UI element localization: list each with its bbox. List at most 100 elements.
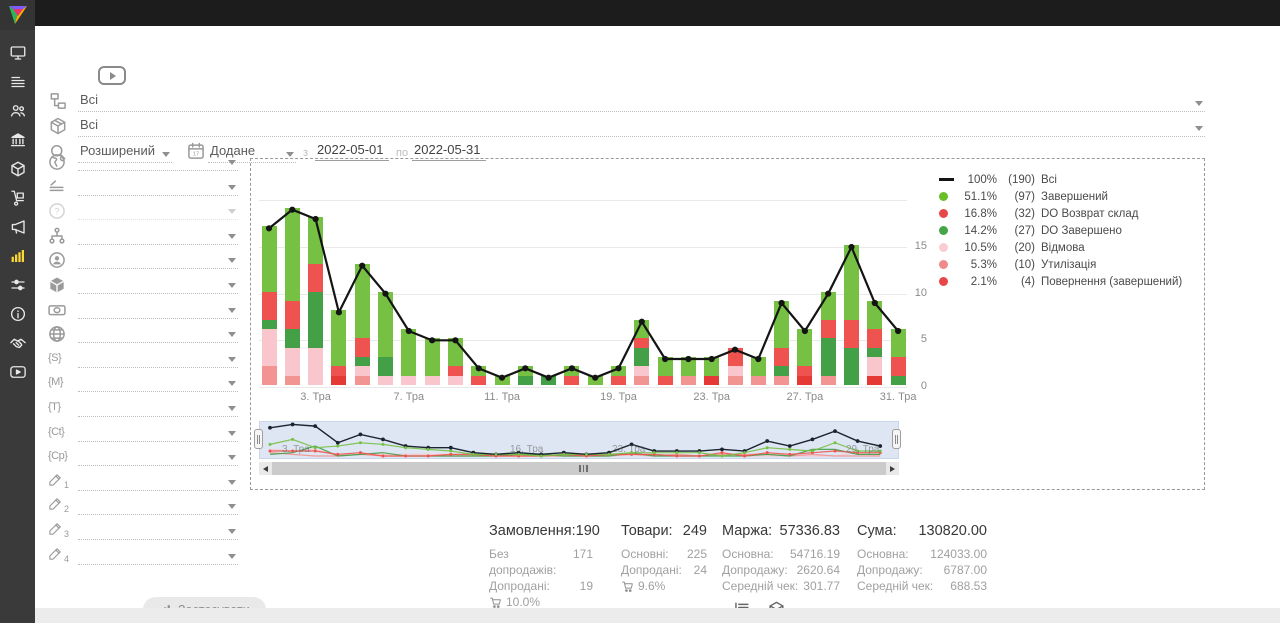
bar-segment[interactable] — [518, 376, 533, 385]
bar-segment[interactable] — [797, 329, 812, 366]
bar-segment[interactable] — [285, 348, 300, 376]
app-logo[interactable] — [0, 0, 35, 30]
bar-segment[interactable] — [821, 320, 836, 339]
filter-custom-3-select[interactable] — [78, 521, 238, 540]
bar-segment[interactable] — [774, 301, 789, 348]
bar-segment[interactable] — [704, 376, 719, 385]
bar-segment[interactable] — [634, 366, 649, 375]
bar-segment[interactable] — [448, 376, 463, 385]
bar-segment[interactable] — [611, 366, 626, 375]
bar-segment[interactable] — [821, 338, 836, 375]
legend-row[interactable]: 16.8%(32)DO Возврат склад — [939, 205, 1182, 222]
bar-segment[interactable] — [262, 226, 277, 291]
bar-segment[interactable] — [331, 376, 346, 385]
bar-segment[interactable] — [728, 376, 743, 385]
filter-warehouse-select[interactable] — [78, 275, 238, 294]
filter-help-select[interactable] — [78, 201, 238, 220]
bar-segment[interactable] — [262, 329, 277, 366]
bar-segment[interactable] — [564, 366, 579, 375]
bar-segment[interactable] — [867, 357, 882, 376]
filter-utm-term-select[interactable] — [78, 398, 238, 417]
bar-segment[interactable] — [448, 366, 463, 375]
filter-utm-medium-select[interactable] — [78, 373, 238, 392]
filter-level-select[interactable] — [78, 177, 238, 196]
bar-segment[interactable] — [262, 320, 277, 329]
bar-segment[interactable] — [355, 264, 370, 339]
bar-segment[interactable] — [634, 348, 649, 367]
bar-segment[interactable] — [891, 376, 906, 385]
filter-utm-content-select[interactable] — [78, 423, 238, 442]
sidebar-item-marketing[interactable] — [0, 212, 35, 241]
bar-segment[interactable] — [285, 376, 300, 385]
bar-segment[interactable] — [891, 329, 906, 357]
bar-segment[interactable] — [425, 376, 440, 385]
sidebar-item-supply[interactable] — [0, 183, 35, 212]
bar-segment[interactable] — [378, 292, 393, 357]
bar-segment[interactable] — [285, 208, 300, 301]
bar-segment[interactable] — [844, 348, 859, 385]
bar-segment[interactable] — [634, 320, 649, 339]
filter-custom-4-select[interactable] — [78, 546, 238, 565]
bar-segment[interactable] — [262, 292, 277, 320]
bar-segment[interactable] — [308, 264, 323, 292]
sidebar-item-store[interactable] — [0, 125, 35, 154]
bar-segment[interactable] — [611, 376, 626, 385]
bar-segment[interactable] — [751, 376, 766, 385]
legend-row[interactable]: 10.5%(20)Відмова — [939, 239, 1182, 256]
bar-segment[interactable] — [308, 292, 323, 348]
bar-segment[interactable] — [401, 329, 416, 376]
filter-structure-select[interactable] — [78, 226, 238, 245]
navigator-right-handle[interactable] — [892, 429, 901, 449]
filter-utm-campaign-select[interactable] — [78, 447, 238, 466]
bar-segment[interactable] — [262, 366, 277, 385]
bar-segment[interactable] — [285, 329, 300, 348]
scroll-right-arrow[interactable] — [886, 462, 899, 475]
chart-navigator[interactable]: 3. Тра16. Тра23. Тра29. Тра — [259, 421, 899, 459]
navigator-left-handle[interactable] — [254, 429, 263, 449]
bar-segment[interactable] — [891, 357, 906, 376]
bar-segment[interactable] — [867, 301, 882, 329]
bar-segment[interactable] — [774, 376, 789, 385]
bar-segment[interactable] — [728, 366, 743, 375]
bar-segment[interactable] — [658, 357, 673, 376]
bar-segment[interactable] — [634, 338, 649, 347]
navigator-scrollbar[interactable] — [259, 462, 899, 475]
filter-country-select[interactable] — [78, 152, 238, 171]
sidebar-item-video[interactable] — [0, 357, 35, 386]
legend-row[interactable]: 2.1%(4)Повернення (завершений) — [939, 273, 1182, 290]
bar-segment[interactable] — [495, 376, 510, 385]
bar-segment[interactable] — [564, 376, 579, 385]
bar-segment[interactable] — [751, 357, 766, 376]
bar-segment[interactable] — [471, 366, 486, 375]
sidebar-item-products[interactable] — [0, 154, 35, 183]
bar-segment[interactable] — [774, 348, 789, 367]
bar-segment[interactable] — [867, 376, 882, 385]
bar-segment[interactable] — [634, 376, 649, 385]
bar-segment[interactable] — [704, 357, 719, 376]
sidebar-item-settings[interactable] — [0, 270, 35, 299]
bar-segment[interactable] — [308, 217, 323, 264]
bar-segment[interactable] — [844, 320, 859, 348]
category-select[interactable]: Всі — [78, 90, 1205, 112]
bar-segment[interactable] — [355, 338, 370, 357]
bar-segment[interactable] — [425, 338, 440, 375]
bar-segment[interactable] — [308, 348, 323, 385]
filter-utm-source-select[interactable] — [78, 349, 238, 368]
bar-segment[interactable] — [681, 376, 696, 385]
bar-segment[interactable] — [821, 376, 836, 385]
bar-segment[interactable] — [355, 366, 370, 375]
sidebar-item-statistics[interactable] — [0, 241, 35, 270]
sidebar-item-dashboard[interactable] — [0, 38, 35, 67]
bar-segment[interactable] — [401, 376, 416, 385]
scrollbar-grip[interactable] — [579, 465, 588, 472]
bar-segment[interactable] — [774, 366, 789, 375]
bar-segment[interactable] — [378, 376, 393, 385]
sidebar-item-orders[interactable] — [0, 67, 35, 96]
bar-segment[interactable] — [728, 348, 743, 367]
legend-row[interactable]: 51.1%(97)Завершений — [939, 188, 1182, 205]
filter-site-select[interactable] — [78, 324, 238, 343]
bar-segment[interactable] — [471, 376, 486, 385]
bar-segment[interactable] — [355, 376, 370, 385]
bar-segment[interactable] — [867, 329, 882, 348]
bar-segment[interactable] — [658, 376, 673, 385]
